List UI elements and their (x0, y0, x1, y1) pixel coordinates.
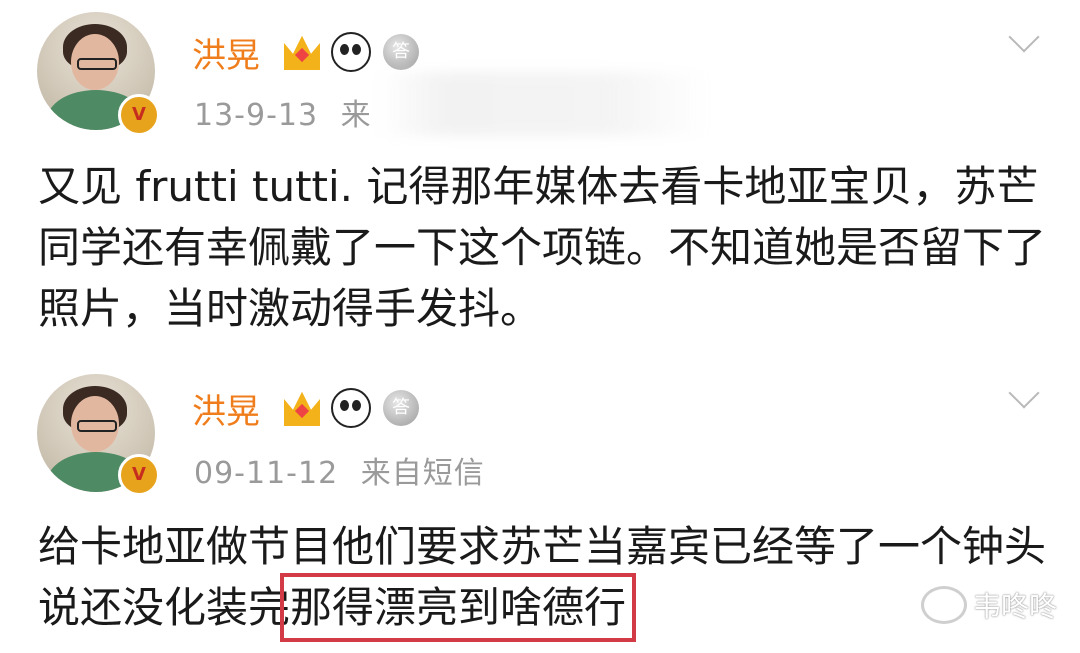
post-meta: 09-11-12 来自短信 (194, 448, 485, 492)
watermark-text: 韦咚咚 (973, 590, 1058, 623)
weibo-screenshot: V 洪晃 答 13-9-13 来 又见 frutti tutti. 记得那年媒体… (0, 0, 1080, 653)
redacted-blur (378, 72, 708, 136)
username[interactable]: 洪晃 (192, 28, 260, 77)
panda-icon (331, 32, 371, 72)
crown-icon (284, 35, 320, 70)
verified-badge-icon: V (118, 94, 160, 136)
panda-icon (331, 388, 371, 428)
post-content: 又见 frutti tutti. 记得那年媒体去看卡地亚宝贝，苏芒同学还有幸佩戴… (38, 162, 1047, 333)
chevron-down-icon[interactable] (1008, 21, 1040, 53)
wechat-icon (921, 586, 967, 624)
verified-badge-icon: V (118, 454, 160, 496)
highlighted-text: 那得漂亮到啥德行 (280, 573, 637, 642)
crown-icon (284, 391, 320, 426)
post-meta: 13-9-13 来 (194, 90, 372, 134)
medal-icon: 答 (383, 390, 419, 426)
post-item: V 洪晃 答 13-9-13 来 又见 frutti tutti. 记得那年媒体… (0, 0, 1080, 350)
username[interactable]: 洪晃 (192, 384, 260, 433)
chevron-down-icon[interactable] (1008, 377, 1040, 409)
avatar-glasses (77, 420, 117, 432)
medal-icon: 答 (383, 34, 419, 70)
post-source: 来自短信 (360, 456, 485, 491)
avatar-glasses (77, 58, 117, 70)
post-timestamp: 13-9-13 (194, 98, 319, 133)
post-timestamp: 09-11-12 (194, 456, 339, 491)
post-item: V 洪晃 答 09-11-12 来自短信 给卡地亚做节目他们要求苏芒当嘉宾已经等… (0, 358, 1080, 653)
post-source: 来 (340, 98, 372, 133)
post-content: 给卡地亚做节目他们要求苏芒当嘉宾已经等了一个钟头说还没化装完那得漂亮到啥德行 (38, 516, 1048, 642)
watermark: 韦咚咚 (921, 585, 1057, 625)
